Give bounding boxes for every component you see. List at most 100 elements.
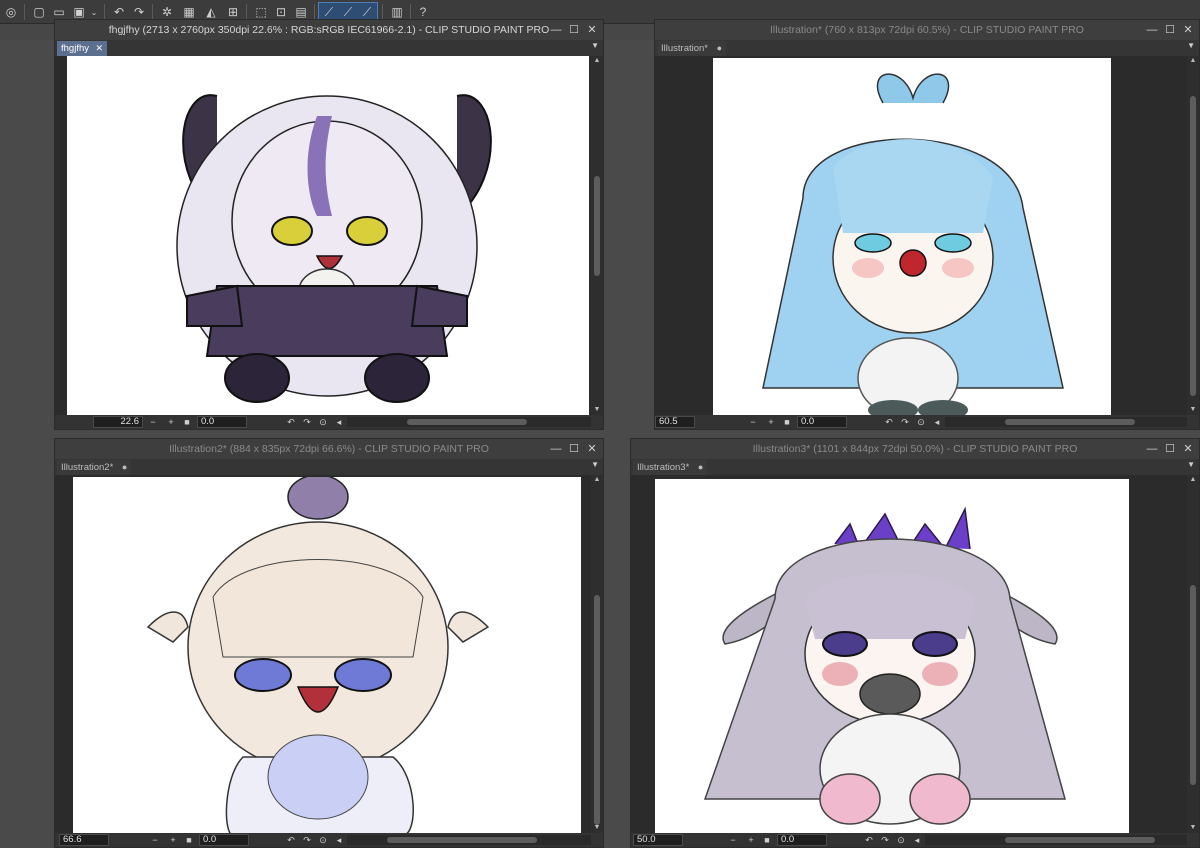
toolbar-separator	[24, 4, 25, 20]
zoom-in-icon[interactable]: +	[765, 415, 777, 429]
scroll-thumb[interactable]	[594, 176, 600, 276]
zoom-out-icon[interactable]: −	[147, 415, 159, 429]
scroll-left-icon[interactable]: ◂	[911, 833, 923, 847]
angle-field[interactable]: 0.0	[199, 834, 249, 846]
reset-rotation-icon[interactable]: ⊙	[317, 833, 329, 847]
minimize-icon[interactable]: —	[1145, 22, 1159, 38]
maximize-icon[interactable]: ☐	[1163, 22, 1177, 38]
zoom-field[interactable]: 22.6	[93, 416, 143, 428]
document-tab[interactable]: Illustration2* ●	[57, 460, 132, 475]
zoom-in-icon[interactable]: +	[745, 833, 757, 847]
h-scroll-thumb[interactable]	[1005, 837, 1155, 843]
window-title[interactable]: Illustration3* (1101 x 844px 72dpi 50.0%…	[631, 439, 1199, 459]
minimize-icon[interactable]: —	[549, 22, 563, 38]
scroll-down-icon[interactable]: ▼	[1187, 405, 1199, 415]
horizontal-scrollbar[interactable]	[925, 835, 1187, 845]
zoom-field[interactable]: 50.0	[633, 834, 683, 846]
document-tab[interactable]: Illustration* ●	[657, 41, 726, 56]
zoom-field[interactable]: 60.5	[655, 416, 695, 428]
window-title[interactable]: Illustration* (760 x 813px 72dpi 60.5%) …	[655, 20, 1199, 40]
reset-rotation-icon[interactable]: ⊙	[895, 833, 907, 847]
h-scroll-thumb[interactable]	[407, 419, 527, 425]
fit-icon[interactable]: ■	[781, 415, 793, 429]
maximize-icon[interactable]: ☐	[567, 441, 581, 457]
close-icon[interactable]: ✕	[1181, 441, 1195, 457]
tab-menu-icon[interactable]: ▼	[1187, 41, 1195, 50]
scroll-down-icon[interactable]: ▼	[1187, 823, 1199, 833]
horizontal-scrollbar[interactable]	[347, 417, 591, 427]
minimize-icon[interactable]: —	[1145, 441, 1159, 457]
status-bar: 66.6 − + ■ 0.0 ↶ ↷ ⊙ ◂	[55, 833, 603, 847]
canvas-paper[interactable]	[67, 56, 589, 415]
tab-modified-icon[interactable]: ●	[717, 41, 722, 56]
canvas-area[interactable]	[631, 475, 1187, 833]
rotate-left-icon[interactable]: ↶	[863, 833, 875, 847]
fit-icon[interactable]: ■	[181, 415, 193, 429]
canvas-paper[interactable]	[655, 479, 1129, 833]
tab-menu-icon[interactable]: ▼	[591, 41, 599, 50]
tab-close-icon[interactable]: ✕	[95, 41, 103, 56]
rotate-left-icon[interactable]: ↶	[285, 833, 297, 847]
canvas-paper[interactable]	[713, 58, 1111, 415]
angle-field[interactable]: 0.0	[197, 416, 247, 428]
horizontal-scrollbar[interactable]	[945, 417, 1187, 427]
rotate-right-icon[interactable]: ↷	[879, 833, 891, 847]
new-file-icon[interactable]: ▢	[30, 3, 48, 21]
vertical-scrollbar[interactable]: ▲ ▼	[591, 56, 603, 415]
fit-icon[interactable]: ■	[761, 833, 773, 847]
minimize-icon[interactable]: —	[549, 441, 563, 457]
rotate-right-icon[interactable]: ↷	[301, 415, 313, 429]
angle-field[interactable]: 0.0	[797, 416, 847, 428]
tab-menu-icon[interactable]: ▼	[591, 460, 599, 469]
maximize-icon[interactable]: ☐	[1163, 441, 1177, 457]
fit-icon[interactable]: ■	[183, 833, 195, 847]
rotate-right-icon[interactable]: ↷	[899, 415, 911, 429]
vertical-scrollbar[interactable]: ▲ ▼	[1187, 475, 1199, 833]
canvas-area[interactable]	[55, 56, 591, 415]
maximize-icon[interactable]: ☐	[567, 22, 581, 38]
h-scroll-thumb[interactable]	[1005, 419, 1135, 425]
scroll-thumb[interactable]	[1190, 585, 1196, 785]
zoom-field[interactable]: 66.6	[59, 834, 109, 846]
tab-modified-icon[interactable]: ●	[698, 460, 703, 475]
document-tab[interactable]: Illustration3* ●	[633, 460, 708, 475]
document-tab[interactable]: fhgjfhy ✕	[57, 41, 107, 56]
rotate-left-icon[interactable]: ↶	[883, 415, 895, 429]
scroll-up-icon[interactable]: ▲	[1187, 56, 1199, 66]
reset-rotation-icon[interactable]: ⊙	[915, 415, 927, 429]
scroll-left-icon[interactable]: ◂	[931, 415, 943, 429]
close-icon[interactable]: ✕	[585, 441, 599, 457]
zoom-out-icon[interactable]: −	[727, 833, 739, 847]
scroll-up-icon[interactable]: ▲	[591, 56, 603, 66]
scroll-up-icon[interactable]: ▲	[1187, 475, 1199, 485]
tab-modified-icon[interactable]: ●	[122, 460, 127, 475]
canvas-area[interactable]	[55, 475, 591, 833]
scroll-left-icon[interactable]: ◂	[333, 833, 345, 847]
h-scroll-thumb[interactable]	[387, 837, 537, 843]
rotate-right-icon[interactable]: ↷	[301, 833, 313, 847]
vertical-scrollbar[interactable]: ▲ ▼	[591, 475, 603, 833]
reset-rotation-icon[interactable]: ⊙	[317, 415, 329, 429]
angle-field[interactable]: 0.0	[777, 834, 827, 846]
zoom-out-icon[interactable]: −	[149, 833, 161, 847]
zoom-in-icon[interactable]: +	[167, 833, 179, 847]
scroll-down-icon[interactable]: ▼	[591, 823, 603, 833]
canvas-area[interactable]	[655, 56, 1187, 415]
zoom-in-icon[interactable]: +	[165, 415, 177, 429]
rotate-left-icon[interactable]: ↶	[285, 415, 297, 429]
scroll-down-icon[interactable]: ▼	[591, 405, 603, 415]
window-title[interactable]: Illustration2* (884 x 835px 72dpi 66.6%)…	[55, 439, 603, 459]
close-icon[interactable]: ✕	[585, 22, 599, 38]
scroll-thumb[interactable]	[1190, 96, 1196, 396]
window-title[interactable]: fhgjfhy (2713 x 2760px 350dpi 22.6% : RG…	[55, 20, 603, 40]
vertical-scrollbar[interactable]: ▲ ▼	[1187, 56, 1199, 415]
scroll-thumb[interactable]	[594, 595, 600, 825]
app-logo-icon[interactable]: ◎	[2, 3, 20, 21]
horizontal-scrollbar[interactable]	[347, 835, 591, 845]
tab-menu-icon[interactable]: ▼	[1187, 460, 1195, 469]
canvas-paper[interactable]	[73, 477, 581, 833]
scroll-up-icon[interactable]: ▲	[591, 475, 603, 485]
zoom-out-icon[interactable]: −	[747, 415, 759, 429]
close-icon[interactable]: ✕	[1181, 22, 1195, 38]
scroll-left-icon[interactable]: ◂	[333, 415, 345, 429]
